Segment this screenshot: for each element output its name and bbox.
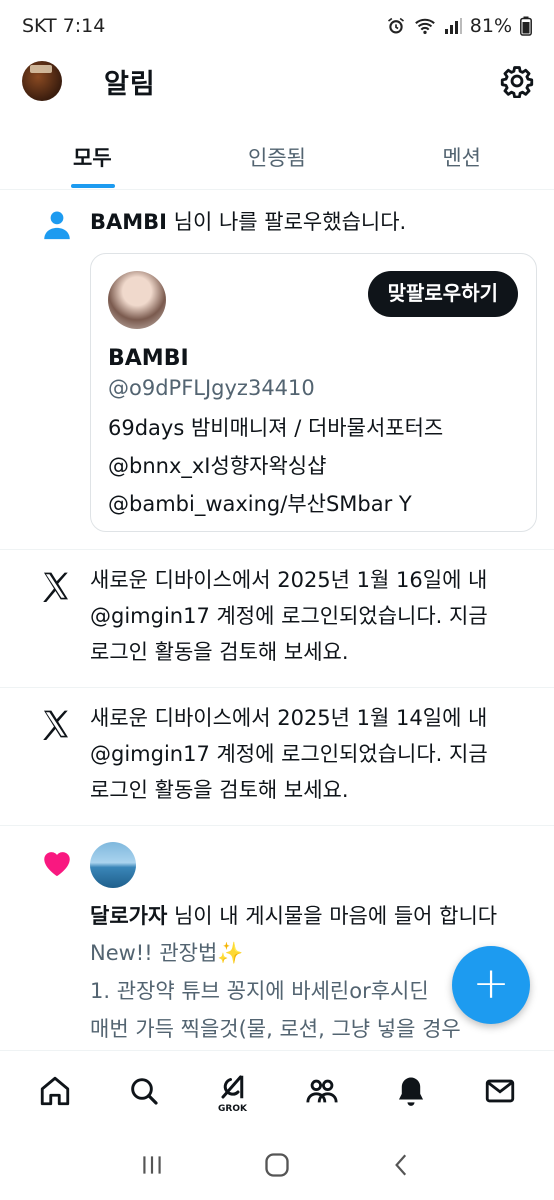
settings-gear-icon[interactable] bbox=[500, 64, 534, 98]
like-notification-text: 달로가자 님이 내 게시물을 마음에 들어 합니다 bbox=[90, 904, 498, 928]
nav-grok[interactable]: GROK bbox=[208, 1066, 258, 1116]
carrier-time: SKT 7:14 bbox=[22, 15, 106, 37]
compose-fab-button[interactable]: + bbox=[452, 946, 530, 1024]
communities-icon bbox=[305, 1079, 338, 1102]
profile-avatar-button[interactable] bbox=[22, 61, 62, 101]
notification-tabs: 모두 인증됨 멘션 bbox=[0, 124, 554, 190]
login-notification[interactable]: 새로운 디바이스에서 2025년 1월 14일에 내 @gimgin17 계정에… bbox=[0, 688, 554, 826]
follow-notification-text: BAMBI 님이 나를 팔로우했습니다. bbox=[90, 210, 407, 234]
system-navigation-bar bbox=[0, 1130, 554, 1200]
battery-percent: 81% bbox=[469, 15, 512, 37]
bio-line: @bnnx_xI성향자왁싱샵 bbox=[108, 454, 327, 478]
heart-icon bbox=[44, 852, 70, 877]
x-logo-icon bbox=[43, 572, 68, 602]
alarm-icon bbox=[387, 17, 404, 34]
page-title: 알림 bbox=[104, 69, 156, 100]
follower-profile-card[interactable]: 맞팔로우하기 BAMBI @o9dPFLJgyz34410 69days 밤비매… bbox=[90, 253, 537, 532]
status-bar: SKT 7:14 81% bbox=[0, 0, 554, 52]
nav-communities[interactable] bbox=[297, 1066, 347, 1116]
signal-icon bbox=[444, 18, 462, 34]
active-tab-indicator bbox=[71, 184, 115, 188]
liker-avatar[interactable] bbox=[90, 842, 136, 888]
follow-notification[interactable]: BAMBI 님이 나를 팔로우했습니다. 맞팔로우하기 BAMBI @o9dPF… bbox=[0, 190, 554, 550]
search-icon bbox=[130, 1077, 158, 1105]
home-icon bbox=[40, 1076, 69, 1105]
login-notification[interactable]: 새로운 디바이스에서 2025년 1월 16일에 내 @gimgin17 계정에… bbox=[0, 550, 554, 688]
bottom-navigation: GROK bbox=[0, 1050, 554, 1130]
tab-verified[interactable]: 인증됨 bbox=[185, 124, 370, 189]
liker-name[interactable]: 달로가자 bbox=[90, 904, 167, 928]
battery-icon bbox=[520, 16, 532, 36]
login-notification-text: 새로운 디바이스에서 2025년 1월 14일에 내 @gimgin17 계정에… bbox=[90, 706, 488, 802]
tab-all[interactable]: 모두 bbox=[0, 124, 185, 189]
nav-search[interactable] bbox=[119, 1066, 169, 1116]
person-icon bbox=[44, 211, 70, 240]
notification-feed[interactable]: BAMBI 님이 나를 팔로우했습니다. 맞팔로우하기 BAMBI @o9dPF… bbox=[0, 190, 554, 1050]
mail-icon bbox=[485, 1079, 514, 1102]
bio-line: @bambi_waxing/부산SMbar Y bbox=[108, 492, 412, 516]
card-bio: 69days 밤비매니져 / 더바물서포터즈 @bnnx_xI성향자왁싱샵 @b… bbox=[108, 409, 528, 523]
tab-mentions[interactable]: 멘션 bbox=[369, 124, 554, 189]
wifi-icon bbox=[414, 18, 435, 35]
login-notification-text: 새로운 디바이스에서 2025년 1월 16일에 내 @gimgin17 계정에… bbox=[90, 568, 488, 664]
card-display-name: BAMBI bbox=[108, 346, 189, 371]
follow-back-button[interactable]: 맞팔로우하기 bbox=[367, 271, 518, 317]
status-icons: 81% bbox=[386, 15, 532, 37]
bell-icon bbox=[398, 1077, 423, 1106]
top-app-bar: 알림 bbox=[0, 52, 554, 114]
follower-name[interactable]: BAMBI bbox=[90, 210, 167, 234]
nav-notifications[interactable] bbox=[386, 1066, 436, 1116]
home-circle-icon[interactable] bbox=[263, 1151, 291, 1179]
back-chevron-icon[interactable] bbox=[389, 1152, 415, 1178]
nav-messages[interactable] bbox=[475, 1066, 525, 1116]
grok-label: GROK bbox=[218, 1103, 247, 1114]
follower-avatar[interactable] bbox=[108, 271, 166, 329]
card-handle: @o9dPFLJgyz34410 bbox=[108, 376, 315, 400]
plus-icon: + bbox=[472, 958, 510, 1009]
nav-home[interactable] bbox=[30, 1066, 80, 1116]
bio-line: 69days 밤비매니져 / 더바물서포터즈 bbox=[108, 416, 444, 440]
recent-apps-icon[interactable] bbox=[139, 1152, 165, 1178]
x-logo-icon bbox=[43, 710, 68, 740]
grok-icon bbox=[221, 1075, 243, 1098]
